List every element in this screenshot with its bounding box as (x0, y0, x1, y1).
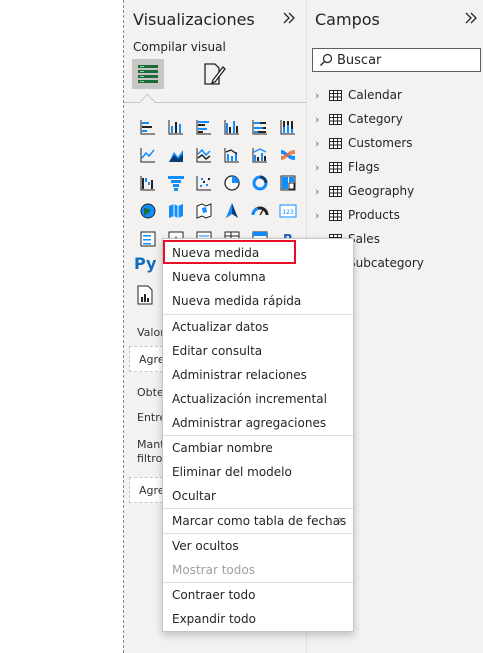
funnel-chart-icon[interactable] (162, 169, 190, 197)
line-chart-icon[interactable] (134, 141, 162, 169)
compile-visual-label: Compilar visual (133, 40, 226, 54)
visualizations-title: Visualizaciones (133, 10, 255, 29)
double-chevron-right-icon (283, 12, 295, 24)
table-name: Subcategory (348, 256, 424, 270)
menu-item-label: Marcar como tabla de fechas (172, 514, 347, 528)
shape-map-icon[interactable] (190, 197, 218, 225)
table-icon (329, 209, 342, 221)
ribbon-chart-icon[interactable] (274, 141, 302, 169)
multi-row-card-icon[interactable] (134, 225, 162, 253)
gauge-icon[interactable] (246, 197, 274, 225)
menu-item-rename[interactable]: Cambiar nombre (163, 436, 353, 460)
100-stacked-bar-chart-icon[interactable] (246, 113, 274, 141)
table-icon (329, 161, 342, 173)
chevron-right-icon: › (315, 208, 320, 222)
drill-through-label: Obte (137, 386, 164, 399)
field-table-row[interactable]: › Calendar (315, 84, 402, 106)
keep-filters-label-2: filtro (137, 452, 163, 465)
keep-filters-label: Mant (137, 438, 165, 451)
menu-item-manage-relationships[interactable]: Administrar relaciones (163, 363, 353, 387)
map-icon[interactable] (134, 197, 162, 225)
line-and-stacked-column-icon[interactable] (218, 141, 246, 169)
table-name: Flags (348, 160, 380, 174)
field-table-row[interactable]: › Customers (315, 132, 413, 154)
menu-item-refresh-data[interactable]: Actualizar datos (163, 315, 353, 339)
field-table-row[interactable]: › Category (315, 108, 403, 130)
chevron-right-icon: › (315, 160, 320, 174)
format-visual-tab[interactable] (198, 59, 230, 89)
field-table-row[interactable]: › Flags (315, 156, 379, 178)
build-visual-tab[interactable] (132, 59, 164, 89)
visual-type-gallery: 123 R (134, 113, 302, 253)
menu-item-hide[interactable]: Ocultar (163, 484, 353, 508)
field-table-row[interactable]: › Products (315, 204, 400, 226)
table-icon (329, 137, 342, 149)
menu-item-expand-all[interactable]: Expandir todo (163, 607, 353, 631)
search-icon (319, 53, 333, 67)
100-stacked-column-chart-icon[interactable] (274, 113, 302, 141)
report-canvas[interactable] (0, 0, 124, 653)
table-name: Category (348, 112, 403, 126)
menu-item-new-column[interactable]: Nueva columna (163, 265, 353, 289)
card-icon[interactable]: 123 (274, 197, 302, 225)
menu-item-edit-query[interactable]: Editar consulta (163, 339, 353, 363)
waterfall-chart-icon[interactable] (134, 169, 162, 197)
pie-chart-icon[interactable] (218, 169, 246, 197)
selection-notch (139, 93, 156, 110)
build-visual-icon (138, 65, 158, 83)
table-name: Products (348, 208, 400, 222)
table-icon (329, 185, 342, 197)
chevron-right-icon: › (315, 184, 320, 198)
search-input[interactable] (333, 52, 467, 68)
table-icon (329, 113, 342, 125)
menu-item-unhide-all: Mostrar todos (172, 563, 255, 577)
table-icon (329, 89, 342, 101)
stacked-column-chart-icon[interactable] (162, 113, 190, 141)
menu-item-new-quick-measure[interactable]: Nueva medida rápida (163, 289, 353, 313)
format-paint-icon (204, 63, 226, 85)
menu-item-view-hidden[interactable]: Ver ocultos (163, 534, 353, 558)
stacked-area-chart-icon[interactable] (190, 141, 218, 169)
filled-map-icon[interactable] (162, 197, 190, 225)
menu-item-incremental-refresh[interactable]: Actualización incremental (163, 387, 353, 411)
double-chevron-right-icon (465, 12, 477, 24)
paginated-report-visual[interactable] (136, 285, 154, 309)
fields-search[interactable] (312, 48, 481, 72)
menu-item-delete-from-model[interactable]: Eliminar del modelo (163, 460, 353, 484)
chevron-right-icon: › (315, 136, 320, 150)
scatter-chart-icon[interactable] (190, 169, 218, 197)
svg-text:123: 123 (282, 209, 294, 216)
treemap-icon[interactable] (274, 169, 302, 197)
expand-visualizations-button[interactable] (282, 10, 296, 29)
values-label: Valor (137, 326, 165, 339)
menu-item-manage-aggregations[interactable]: Administrar agregaciones (163, 411, 353, 435)
fields-title: Campos (315, 10, 380, 29)
chevron-right-icon: › (337, 513, 343, 528)
table-name: Calendar (348, 88, 402, 102)
line-and-clustered-column-icon[interactable] (246, 141, 274, 169)
azure-map-icon[interactable] (218, 197, 246, 225)
chevron-right-icon: › (315, 88, 320, 102)
donut-chart-icon[interactable] (246, 169, 274, 197)
clustered-column-chart-icon[interactable] (218, 113, 246, 141)
paginated-report-icon (137, 285, 153, 305)
table-name: Geography (348, 184, 415, 198)
table-context-menu: Nueva medida Nueva columna Nueva medida … (162, 238, 354, 632)
expand-fields-button[interactable] (464, 10, 478, 29)
area-chart-icon[interactable] (162, 141, 190, 169)
menu-item-collapse-all[interactable]: Contraer todo (163, 583, 353, 607)
clustered-bar-chart-icon[interactable] (190, 113, 218, 141)
python-visual-icon[interactable]: Py (134, 254, 156, 273)
stacked-bar-chart-icon[interactable] (134, 113, 162, 141)
menu-item-mark-as-date-table[interactable]: Marcar como tabla de fechas › (163, 509, 353, 533)
highlight-box (163, 240, 296, 264)
table-name: Customers (348, 136, 413, 150)
chevron-right-icon: › (315, 112, 320, 126)
field-table-row[interactable]: › Geography (315, 180, 414, 202)
